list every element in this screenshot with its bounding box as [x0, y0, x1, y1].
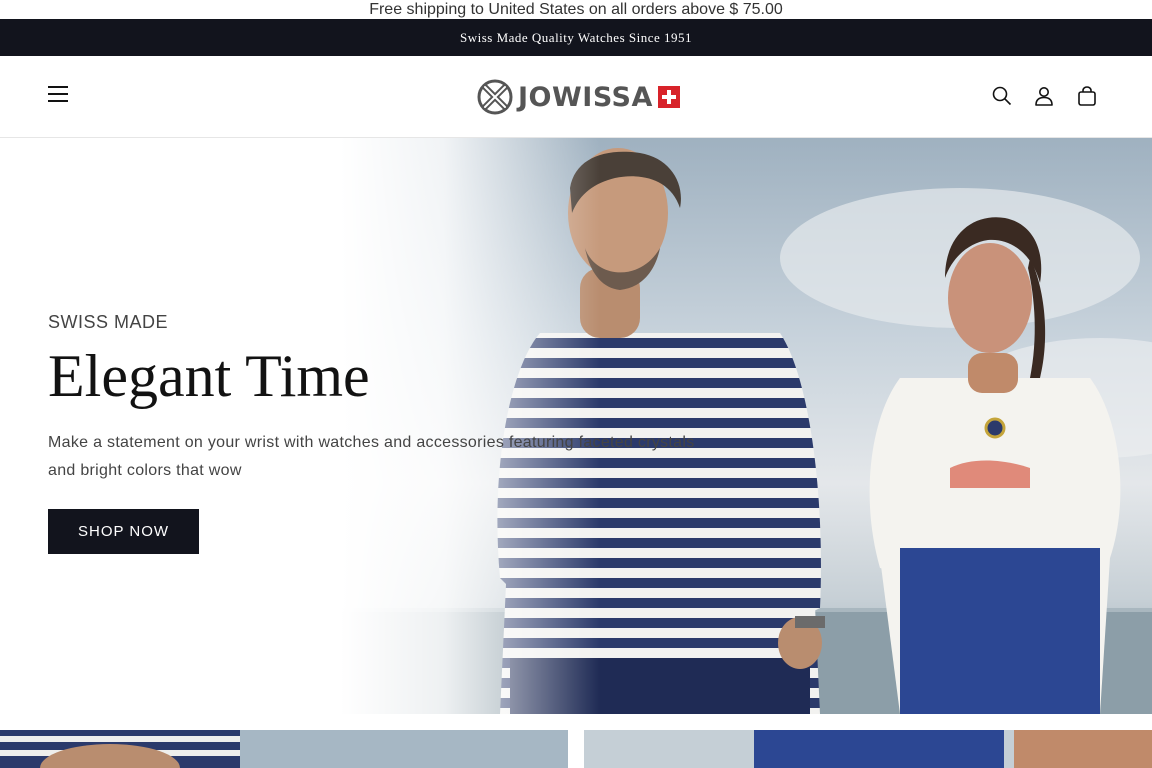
hero-banner: SWISS MADE Elegant Time Make a statement…	[0, 138, 1152, 714]
search-button[interactable]	[986, 80, 1018, 112]
announcement-text: Swiss Made Quality Watches Since 1951	[459, 30, 693, 45]
collection-tile-image	[0, 730, 568, 768]
search-icon	[992, 86, 1012, 106]
shop-now-button[interactable]: SHOP NOW	[48, 509, 200, 554]
menu-button[interactable]	[42, 78, 74, 110]
menu-icon	[48, 86, 68, 102]
swiss-flag-icon	[657, 86, 680, 108]
hero-description: Make a statement on your wrist with watc…	[48, 434, 695, 479]
announcement-bar: Swiss Made Quality Watches Since 1951	[0, 19, 1152, 56]
shipping-text: Free shipping to United States on all or…	[369, 1, 783, 18]
collection-tile[interactable]	[584, 730, 1152, 768]
collection-tile-image	[584, 730, 1152, 768]
brand-logo[interactable]: JOWISSA	[476, 78, 680, 116]
collection-tiles	[0, 730, 1152, 768]
hero-title: Elegant Time	[48, 343, 370, 409]
collection-tile[interactable]	[0, 730, 568, 768]
shipping-bar: Free shipping to United States on all or…	[0, 0, 1152, 19]
account-icon	[1035, 87, 1053, 106]
hero-content: SWISS MADE Elegant Time Make a statement…	[48, 312, 728, 554]
cart-button[interactable]	[1071, 80, 1103, 112]
logo-text: JOWISSA	[518, 81, 653, 113]
account-button[interactable]	[1028, 80, 1060, 112]
cart-icon	[1078, 86, 1096, 106]
logo-emblem-icon	[477, 79, 513, 115]
hero-eyebrow: SWISS MADE	[48, 312, 169, 332]
site-header: JOWISSA	[0, 56, 1152, 138]
